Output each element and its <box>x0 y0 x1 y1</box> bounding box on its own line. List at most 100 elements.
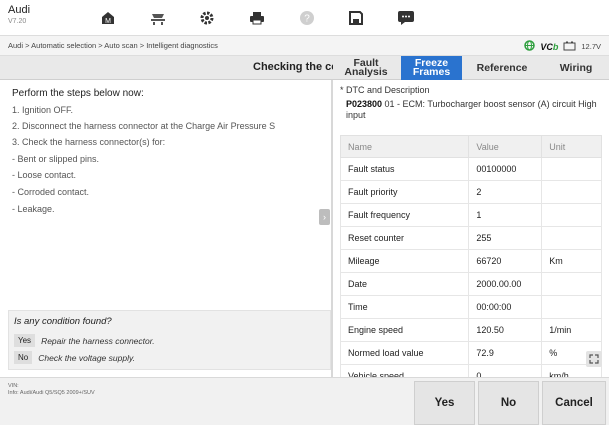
step-item: - Loose contact. <box>12 170 77 180</box>
tab-wiring[interactable]: Wiring <box>543 56 609 80</box>
expand-icon[interactable] <box>586 351 602 367</box>
app-version: V7.20 <box>8 18 27 25</box>
chevron-right-icon: › <box>323 212 326 222</box>
option-yes: Yes Repair the harness connector. <box>14 334 155 347</box>
option-no: No Check the voltage supply. <box>14 351 135 364</box>
table-row: Mileage 66720 Km <box>339 249 602 273</box>
option-no-text: Check the voltage supply. <box>38 352 135 363</box>
cell-value: 00100000 <box>468 157 543 181</box>
printer-icon[interactable] <box>246 8 268 28</box>
cell-value: 0 <box>468 364 543 377</box>
cell-value: 66720 <box>468 249 543 273</box>
home-icon[interactable]: M <box>97 8 119 28</box>
dtc-text: 01 - ECM: Turbocharger boost sensor (A) … <box>346 99 597 120</box>
freeze-frame-pane: * DTC and Description P023800 01 - ECM: … <box>333 80 609 377</box>
cell-unit <box>541 180 602 204</box>
column-header-unit: Unit <box>541 135 602 158</box>
content-header: Checking the co Fault Analysis Freeze Fram… <box>0 56 609 80</box>
table-row: Vehicle speed 0 km/h <box>339 364 602 377</box>
step-item: - Corroded contact. <box>12 187 90 197</box>
cell-unit <box>541 226 602 250</box>
freeze-frame-table: Name Value Unit Fault status 00100000 Fau… <box>339 135 602 377</box>
cancel-button[interactable]: Cancel <box>542 381 606 425</box>
globe-icon <box>524 40 536 53</box>
table-row: Time 00:00:00 <box>339 295 602 319</box>
cell-name: Time <box>339 295 470 319</box>
top-toolbar: Audi V7.20 M ? <box>0 0 609 36</box>
condition-question: Is any condition found? Yes Repair the h… <box>8 310 331 370</box>
step-item: - Leakage. <box>12 204 55 214</box>
cell-value: 2000.00.00 <box>468 272 543 296</box>
option-yes-tag: Yes <box>14 334 36 347</box>
steps-pane: Perform the steps below now: 1. Ignition… <box>0 80 331 377</box>
svg-text:?: ? <box>304 14 310 25</box>
table-header-row: Name Value Unit <box>339 135 602 158</box>
yes-button[interactable]: Yes <box>414 381 475 425</box>
table-row: Fault priority 2 <box>339 180 602 204</box>
cell-name: Fault frequency <box>339 203 470 227</box>
cell-unit <box>541 295 602 319</box>
cell-value: 120.50 <box>468 318 543 342</box>
cell-value: 2 <box>468 180 543 204</box>
cell-value: 72.9 <box>468 341 543 365</box>
tab-fault-analysis[interactable]: Fault Analysis <box>333 56 399 80</box>
vci-label: VCb <box>540 41 559 52</box>
app-brand: Audi V7.20 <box>8 4 30 27</box>
dtc-code: P023800 <box>346 99 383 109</box>
cell-unit: 1/min <box>541 318 602 342</box>
page-title: Checking the co <box>253 61 333 73</box>
table-row: Fault status 00100000 <box>339 157 602 181</box>
svg-text:M: M <box>105 18 111 25</box>
dtc-header: * DTC and Description <box>340 85 430 95</box>
cell-unit <box>541 203 602 227</box>
step-item: 1. Ignition OFF. <box>12 105 74 115</box>
vehicle-info: VIN: Info: Audi/Audi Q5/SQ5 2009+/SUV <box>8 383 95 397</box>
cell-unit <box>541 157 602 181</box>
column-header-name: Name <box>339 135 470 158</box>
message-icon[interactable] <box>395 8 417 28</box>
app-name: Audi <box>8 4 31 16</box>
cell-unit: Km <box>541 249 602 273</box>
cell-value: 1 <box>468 203 543 227</box>
tab-freeze-frames[interactable]: Freeze Frames <box>401 56 462 80</box>
battery-icon <box>563 41 576 53</box>
question-title: Is any condition found? <box>14 316 112 327</box>
vin-label: VIN: <box>8 383 19 389</box>
cell-name: Normed load value <box>339 341 470 365</box>
cell-name: Fault priority <box>339 180 470 204</box>
bottom-bar: VIN: Info: Audi/Audi Q5/SQ5 2009+/SUV Ye… <box>0 377 609 425</box>
cell-unit <box>541 272 602 296</box>
dtc-description: P023800 01 - ECM: Turbocharger boost sen… <box>346 99 601 121</box>
vehicle-info-text: Info: Audi/Audi Q5/SQ5 2009+/SUV <box>8 390 95 396</box>
help-icon[interactable]: ? <box>296 8 318 28</box>
breadcrumb-bar: Audi > Automatic selection > Auto scan >… <box>0 36 609 56</box>
steps-title: Perform the steps below now: <box>12 88 144 99</box>
table-row: Date 2000.00.00 <box>339 272 602 296</box>
cell-value: 255 <box>468 226 543 250</box>
cell-name: Mileage <box>339 249 470 273</box>
vci-status: VCb 12.7V <box>524 40 601 53</box>
tab-reference[interactable]: Reference <box>466 56 538 80</box>
breadcrumb: Audi > Automatic selection > Auto scan >… <box>8 41 218 50</box>
table-row: Engine speed 120.50 1/min <box>339 318 602 342</box>
save-icon[interactable] <box>345 8 367 28</box>
step-item: 3. Check the harness connector(s) for: <box>12 137 166 147</box>
cell-name: Fault status <box>339 157 470 181</box>
cell-value: 00:00:00 <box>468 295 543 319</box>
vehicle-lift-icon[interactable] <box>147 8 169 28</box>
cell-name: Vehicle speed <box>339 364 470 377</box>
table-row: Normed load value 72.9% <box>339 341 602 365</box>
column-header-value: Value <box>468 135 543 158</box>
table-row: Fault frequency 1 <box>339 203 602 227</box>
step-item: 2. Disconnect the harness connector at t… <box>12 121 276 131</box>
gear-icon[interactable] <box>196 8 218 28</box>
option-no-tag: No <box>14 351 33 364</box>
option-yes-text: Repair the harness connector. <box>41 335 155 346</box>
voltage-readout: 12.7V <box>581 42 601 51</box>
cell-name: Reset counter <box>339 226 470 250</box>
cell-name: Engine speed <box>339 318 470 342</box>
cell-name: Date <box>339 272 470 296</box>
collapse-pane-handle[interactable]: › <box>319 209 330 225</box>
table-row: Reset counter 255 <box>339 226 602 250</box>
no-button[interactable]: No <box>478 381 539 425</box>
